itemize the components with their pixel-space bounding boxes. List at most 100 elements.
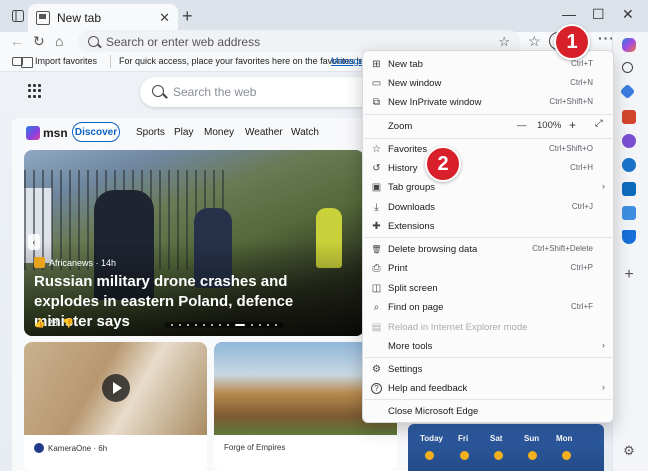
microsoft-365-icon[interactable] [622, 158, 636, 172]
menu-divider [364, 357, 614, 358]
tab-weather[interactable]: Weather [245, 127, 283, 138]
msn-nav-bar: msn Discover Sports Play Money Weather W… [12, 118, 412, 148]
chevron-right-icon: › [602, 340, 605, 350]
menu-divider [364, 399, 614, 400]
menu-item-downloads[interactable]: ⤓ Downloads Ctrl+J [363, 197, 613, 217]
tab-close-icon[interactable]: ✕ [159, 10, 170, 26]
menu-item-label: Delete browsing data [388, 244, 478, 255]
menu-item-label: Close Microsoft Edge [388, 406, 479, 417]
zoom-in-button[interactable]: + [569, 118, 576, 132]
menu-item-split-screen[interactable]: ◫ Split screen [363, 278, 613, 298]
navigation-bar: ← ↻ ⌂ Search or enter web address ☆ ☆ ··… [0, 30, 648, 54]
menu-item-label: Reload in Internet Explorer mode [388, 322, 528, 333]
menu-item-shortcut: Ctrl+T [571, 59, 593, 68]
menu-item-print[interactable]: ⎙ Print Ctrl+P [363, 258, 613, 278]
menu-item-settings[interactable]: ⚙ Settings [363, 359, 613, 379]
menu-item-favorites[interactable]: ☆ Favorites Ctrl+Shift+O [363, 139, 613, 159]
tab-sports[interactable]: Sports [136, 127, 165, 138]
outlook-icon[interactable] [622, 182, 636, 196]
menu-item-close-microsoft-edge[interactable]: Close Microsoft Edge [363, 401, 613, 421]
menu-item-label: Downloads [388, 202, 435, 213]
menu-item-find-on-page[interactable]: ⌕ Find on page Ctrl+F [363, 297, 613, 317]
address-placeholder: Search or enter web address [106, 35, 261, 49]
add-sidebar-app-icon[interactable]: + [622, 267, 636, 283]
menu-divider [364, 237, 614, 238]
tab-play[interactable]: Play [174, 127, 193, 138]
carousel-prev-icon[interactable]: ‹ [28, 234, 40, 250]
msn-logo[interactable]: msn [26, 126, 68, 140]
minimize-button[interactable]: — [562, 6, 576, 22]
designer-icon[interactable] [622, 206, 636, 220]
new-window-icon: ▭ [371, 78, 382, 89]
menu-divider [364, 114, 614, 115]
menu-item-delete-browsing-data[interactable]: 🗑 Delete browsing data Ctrl+Shift+Delete [363, 239, 613, 259]
home-icon[interactable]: ⌂ [55, 33, 63, 49]
menu-item-label: Settings [388, 364, 423, 375]
refresh-icon[interactable]: ↻ [33, 33, 45, 50]
card-source: KameraOne · 6h [34, 443, 107, 453]
menu-item-tab-groups[interactable]: ▣ Tab groups › [363, 177, 613, 197]
new-tab-button[interactable]: + [182, 7, 193, 25]
favorite-star-icon[interactable]: ☆ [498, 34, 510, 50]
delete-icon: 🗑 [371, 245, 382, 254]
weather-day: Mon [556, 434, 573, 443]
menu-item-extensions[interactable]: ✚ Extensions [363, 216, 613, 236]
menu-item-shortcut: Ctrl+N [570, 78, 593, 87]
hero-news-card[interactable]: ‹ Africanews · 14h Russian military dron… [24, 150, 364, 336]
menu-item-label: Find on page [388, 302, 444, 313]
menu-item-new-inprivate-window[interactable]: ⧉ New InPrivate window Ctrl+Shift+N [363, 92, 613, 112]
maximize-button[interactable]: ☐ [592, 6, 605, 23]
games-icon[interactable] [622, 134, 636, 148]
carousel-indicators[interactable] [164, 322, 284, 328]
callout-badge-1: 1 [554, 24, 590, 60]
extensions-icon: ✚ [372, 221, 381, 232]
card-source: Forge of Empires [224, 443, 285, 452]
news-card-video[interactable]: KameraOne · 6h [24, 342, 207, 471]
tab-money[interactable]: Money [204, 127, 234, 138]
menu-item-help-and-feedback[interactable]: ? Help and feedback › [363, 378, 613, 398]
weather-day: Today [420, 434, 443, 443]
drop-icon[interactable] [622, 230, 636, 244]
sidebar-settings-icon[interactable]: ⚙ [622, 444, 636, 458]
sun-icon [425, 451, 434, 460]
settings-and-more-menu: ⊞ New tab Ctrl+T ▭ New window Ctrl+N ⧉ N… [362, 50, 614, 423]
news-source: Africanews · 14h [34, 257, 116, 268]
menu-item-label: Split screen [388, 283, 438, 294]
weather-widget[interactable]: Today Fri Sat Sun Mon [408, 424, 604, 471]
card-source-text: Forge of Empires [224, 443, 286, 452]
menu-item-label: Extensions [388, 221, 435, 232]
web-search-box[interactable]: Search the web [140, 77, 380, 107]
close-window-button[interactable]: ✕ [622, 6, 634, 23]
menu-item-new-window[interactable]: ▭ New window Ctrl+N [363, 73, 613, 93]
tab-discover[interactable]: Discover [72, 122, 120, 142]
menu-item-more-tools[interactable]: More tools › [363, 336, 613, 356]
apps-grid-icon[interactable] [28, 84, 42, 98]
like-count-value: 28 [47, 318, 58, 328]
tab-new-tab[interactable]: New tab ✕ [28, 4, 178, 32]
search-placeholder: Search the web [173, 85, 257, 99]
copilot-icon[interactable] [622, 38, 636, 52]
zoom-out-button[interactable]: — [517, 120, 527, 131]
favorites-icon[interactable]: ☆ [528, 33, 541, 50]
search-icon[interactable] [622, 62, 633, 73]
menu-item-label: Zoom [388, 121, 413, 132]
full-screen-icon[interactable]: ⤢ [595, 118, 603, 129]
menu-item-reload-ie-mode: ▤ Reload in Internet Explorer mode [363, 317, 613, 337]
import-favorites-button[interactable]: Import favorites [20, 56, 97, 68]
play-icon[interactable] [102, 374, 130, 402]
search-icon [152, 85, 164, 97]
back-icon[interactable]: ← [10, 33, 24, 49]
tools-icon[interactable] [622, 110, 636, 124]
settings-icon: ⚙ [372, 364, 381, 375]
weather-day: Sun [524, 434, 540, 443]
menu-item-history[interactable]: ↺ History Ctrl+H [363, 158, 613, 178]
like-count[interactable]: 👍 28 👎 [34, 318, 74, 329]
shopping-icon[interactable] [619, 83, 636, 100]
tab-watch[interactable]: Watch [291, 127, 319, 138]
ie-mode-icon: ▤ [371, 322, 382, 333]
sun-icon [460, 451, 469, 460]
sun-icon [494, 451, 503, 460]
tab-actions-icon[interactable] [10, 8, 26, 24]
divider [110, 55, 111, 68]
menu-item-shortcut: Ctrl+H [570, 163, 593, 172]
